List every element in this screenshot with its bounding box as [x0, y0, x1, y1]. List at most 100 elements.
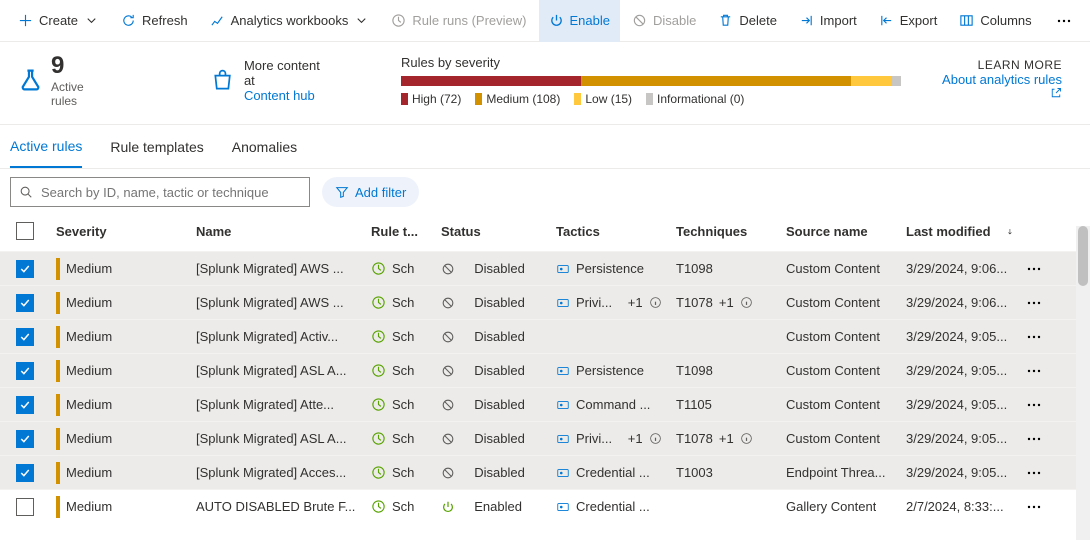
power-icon	[441, 500, 455, 514]
export-icon	[879, 13, 894, 28]
trash-icon	[718, 13, 733, 28]
row-checkbox[interactable]	[16, 362, 34, 380]
row-more-button[interactable]	[1026, 329, 1042, 345]
row-more-button[interactable]	[1026, 465, 1042, 481]
row-checkbox[interactable]	[16, 464, 34, 482]
content-hub-link[interactable]: Content hub	[244, 88, 331, 103]
tab-anomalies[interactable]: Anomalies	[232, 127, 297, 167]
severity-title: Rules by severity	[401, 55, 901, 70]
row-checkbox[interactable]	[16, 498, 34, 516]
clock-icon	[371, 295, 386, 310]
col-rule-type[interactable]: Rule t...	[365, 224, 435, 239]
clock-icon	[371, 499, 386, 514]
table-row[interactable]: Medium[Splunk Migrated] ASL A...Sch Disa…	[0, 421, 1090, 455]
enable-button[interactable]: Enable	[539, 0, 620, 42]
row-checkbox[interactable]	[16, 260, 34, 278]
rule-name: [Splunk Migrated] AWS ...	[196, 295, 344, 310]
technique-label: T1078	[676, 431, 713, 446]
rule-type-label: Sch	[392, 329, 414, 344]
sort-icon	[1006, 226, 1014, 237]
row-checkbox[interactable]	[16, 294, 34, 312]
chart-icon	[210, 13, 225, 28]
learn-more-block: LEARN MORE About analytics rules	[931, 58, 1062, 102]
col-severity[interactable]: Severity	[50, 224, 190, 239]
refresh-icon	[121, 13, 136, 28]
table-row[interactable]: Medium[Splunk Migrated] AWS ...Sch Disab…	[0, 251, 1090, 285]
tactic-icon	[556, 466, 570, 480]
select-all-checkbox[interactable]	[16, 222, 34, 240]
row-more-button[interactable]	[1026, 431, 1042, 447]
table-row[interactable]: Medium[Splunk Migrated] Atte...Sch Disab…	[0, 387, 1090, 421]
active-rules-label: Active rules	[51, 80, 111, 108]
delete-label: Delete	[739, 13, 777, 28]
status-label: Disabled	[474, 363, 525, 378]
import-label: Import	[820, 13, 857, 28]
search-input[interactable]	[41, 185, 301, 200]
status-label: Disabled	[474, 295, 525, 310]
overflow-button[interactable]	[1046, 0, 1082, 42]
workbooks-button[interactable]: Analytics workbooks	[200, 0, 380, 42]
tab-rule-templates[interactable]: Rule templates	[110, 127, 203, 167]
refresh-button[interactable]: Refresh	[111, 0, 198, 42]
source-label: Custom Content	[786, 261, 880, 276]
severity-indicator	[56, 326, 60, 348]
ban-icon	[441, 398, 455, 412]
rule-runs-label: Rule runs (Preview)	[412, 13, 526, 28]
tactic-icon	[556, 432, 570, 446]
col-tactics[interactable]: Tactics	[550, 224, 670, 239]
filter-row: Add filter	[0, 169, 1090, 211]
tactic-icon	[556, 500, 570, 514]
vertical-scrollbar[interactable]	[1076, 226, 1090, 540]
table-row[interactable]: Medium[Splunk Migrated] ASL A...Sch Disa…	[0, 353, 1090, 387]
row-checkbox[interactable]	[16, 396, 34, 414]
legend-high: High (72)	[412, 92, 461, 106]
row-checkbox[interactable]	[16, 430, 34, 448]
rule-type-label: Sch	[392, 499, 414, 514]
col-name[interactable]: Name	[190, 224, 365, 239]
col-last-modified[interactable]: Last modified	[900, 224, 1020, 239]
row-more-button[interactable]	[1026, 261, 1042, 277]
row-checkbox[interactable]	[16, 328, 34, 346]
source-label: Custom Content	[786, 363, 880, 378]
table-row[interactable]: Medium[Splunk Migrated] Activ...Sch Disa…	[0, 319, 1090, 353]
power-icon	[549, 13, 564, 28]
row-more-button[interactable]	[1026, 499, 1042, 515]
col-status[interactable]: Status	[435, 224, 550, 239]
table-row[interactable]: Medium[Splunk Migrated] AWS ...Sch Disab…	[0, 285, 1090, 319]
table-row[interactable]: Medium[Splunk Migrated] Acces...Sch Disa…	[0, 455, 1090, 489]
table-header: Severity Name Rule t... Status Tactics T…	[0, 211, 1090, 251]
scroll-thumb[interactable]	[1078, 226, 1088, 286]
table-row[interactable]: MediumAUTO DISABLED Brute F...Sch Enable…	[0, 489, 1090, 523]
create-label: Create	[39, 13, 78, 28]
col-source[interactable]: Source name	[780, 224, 900, 239]
status-label: Disabled	[474, 329, 525, 344]
row-more-button[interactable]	[1026, 363, 1042, 379]
tactic-icon	[556, 262, 570, 276]
tab-active-rules[interactable]: Active rules	[10, 126, 82, 168]
row-more-button[interactable]	[1026, 295, 1042, 311]
legend-low: Low (15)	[585, 92, 632, 106]
delete-button[interactable]: Delete	[708, 0, 787, 42]
rule-type-label: Sch	[392, 431, 414, 446]
severity-label: Medium	[66, 329, 112, 344]
row-more-button[interactable]	[1026, 397, 1042, 413]
add-filter-label: Add filter	[355, 185, 406, 200]
create-button[interactable]: Create	[8, 0, 109, 42]
import-button[interactable]: Import	[789, 0, 867, 42]
add-filter-button[interactable]: Add filter	[322, 177, 419, 207]
clock-icon	[371, 465, 386, 480]
bag-icon	[211, 68, 234, 92]
source-label: Custom Content	[786, 329, 880, 344]
ban-icon	[441, 262, 455, 276]
rule-name: [Splunk Migrated] ASL A...	[196, 431, 347, 446]
plus-icon	[18, 13, 33, 28]
search-box[interactable]	[10, 177, 310, 207]
col-techniques[interactable]: Techniques	[670, 224, 780, 239]
columns-button[interactable]: Columns	[949, 0, 1041, 42]
export-button[interactable]: Export	[869, 0, 948, 42]
content-hub-block: More content at Content hub	[211, 58, 331, 103]
severity-indicator	[56, 394, 60, 416]
legend-medium: Medium (108)	[486, 92, 560, 106]
disable-button: Disable	[622, 0, 706, 42]
about-link[interactable]: About analytics rules	[931, 72, 1062, 102]
